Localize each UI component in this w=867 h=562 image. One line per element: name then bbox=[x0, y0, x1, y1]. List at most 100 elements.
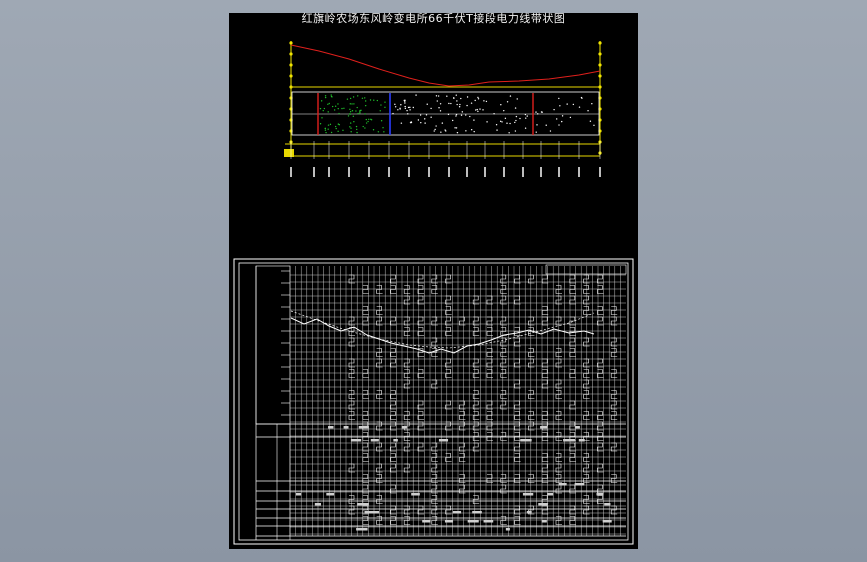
vegetation-dot bbox=[346, 98, 349, 100]
hatch-mark bbox=[541, 453, 549, 462]
field-dot bbox=[460, 97, 462, 100]
table-cell-mark bbox=[472, 511, 482, 514]
table-cell-mark bbox=[540, 426, 548, 429]
vegetation-dot bbox=[376, 99, 379, 102]
hatch-mark bbox=[431, 453, 438, 462]
vegetation-dot bbox=[351, 110, 354, 112]
hatch-mark bbox=[597, 495, 604, 504]
vegetation-dot bbox=[335, 127, 337, 130]
hatch-mark bbox=[486, 432, 493, 441]
field-dot bbox=[477, 96, 479, 99]
vegetation-dot bbox=[349, 126, 351, 128]
field-dot bbox=[430, 116, 432, 118]
field-dot bbox=[556, 118, 558, 120]
vegetation-dot bbox=[382, 126, 384, 129]
field-dot bbox=[473, 119, 475, 121]
hatch-mark bbox=[362, 411, 369, 420]
field-dot bbox=[569, 116, 572, 119]
vegetation-dot bbox=[355, 125, 358, 128]
field-dot bbox=[456, 103, 458, 106]
vegetation-dot bbox=[330, 131, 333, 134]
hatch-mark bbox=[610, 411, 618, 420]
field-dot bbox=[477, 110, 479, 113]
hatch-mark bbox=[500, 285, 507, 294]
field-dot bbox=[515, 115, 518, 118]
field-dot bbox=[397, 109, 399, 111]
vegetation-dot bbox=[330, 95, 333, 98]
field-dot bbox=[430, 107, 432, 110]
table-cell-mark bbox=[520, 439, 532, 442]
table-cell-mark bbox=[358, 426, 369, 429]
field-dot bbox=[587, 110, 589, 112]
field-dot bbox=[451, 119, 454, 122]
hatch-mark bbox=[528, 390, 535, 399]
table-cell-mark bbox=[574, 426, 580, 429]
field-dot bbox=[455, 127, 458, 129]
hatch-mark bbox=[431, 348, 438, 357]
field-dot bbox=[474, 99, 476, 102]
hatch-mark bbox=[472, 327, 480, 336]
hatch-mark bbox=[597, 306, 604, 315]
hatch-mark bbox=[445, 306, 452, 315]
corridor-strip bbox=[291, 91, 600, 136]
hatch-mark bbox=[362, 285, 369, 294]
field-dot bbox=[514, 130, 517, 132]
vegetation-dot bbox=[349, 122, 352, 124]
field-dot bbox=[553, 108, 555, 111]
vegetation-dot bbox=[329, 123, 332, 126]
hatch-mark bbox=[445, 369, 452, 378]
station-label-mark bbox=[290, 167, 292, 177]
field-dot bbox=[437, 95, 440, 97]
hatch-mark bbox=[541, 369, 549, 378]
field-dot bbox=[519, 117, 521, 120]
field-dot bbox=[506, 101, 509, 103]
station-label-mark bbox=[313, 167, 315, 177]
field-dot bbox=[404, 102, 406, 104]
station-label-mark bbox=[503, 167, 505, 177]
vegetation-dot bbox=[357, 112, 359, 115]
field-dot bbox=[415, 94, 417, 96]
hatch-mark bbox=[472, 390, 480, 399]
pole-marker bbox=[289, 52, 293, 56]
field-dot bbox=[458, 106, 461, 108]
field-dot bbox=[591, 102, 593, 105]
vegetation-dot bbox=[356, 128, 358, 131]
station-label-mark bbox=[428, 167, 430, 177]
field-dot bbox=[420, 121, 422, 124]
vegetation-dot bbox=[347, 115, 350, 117]
hatch-mark bbox=[403, 327, 411, 336]
field-dot bbox=[409, 109, 411, 111]
hatch-mark bbox=[362, 369, 369, 378]
hatch-mark bbox=[610, 390, 618, 399]
field-dot bbox=[509, 95, 512, 97]
field-dot bbox=[455, 115, 457, 117]
vegetation-dot bbox=[365, 122, 368, 124]
vegetation-dot bbox=[328, 102, 330, 105]
field-dot bbox=[441, 122, 444, 124]
field-dot bbox=[474, 109, 477, 111]
field-dot bbox=[450, 102, 452, 105]
vegetation-dot bbox=[367, 120, 369, 123]
field-dot bbox=[566, 103, 568, 105]
field-dot bbox=[455, 94, 457, 96]
field-dot bbox=[537, 113, 539, 115]
field-dot bbox=[448, 102, 450, 105]
vegetation-dot bbox=[342, 129, 344, 132]
vegetation-dot bbox=[380, 104, 382, 106]
vegetation-dot bbox=[320, 100, 323, 102]
field-dot bbox=[433, 130, 435, 132]
hatch-mark bbox=[348, 495, 355, 504]
field-dot bbox=[453, 97, 455, 99]
hatch-mark bbox=[528, 348, 535, 357]
vegetation-dot bbox=[337, 130, 339, 133]
vegetation-dot bbox=[338, 112, 340, 115]
field-dot bbox=[400, 104, 402, 106]
table-cell-mark bbox=[326, 493, 335, 496]
table-cell-mark bbox=[483, 520, 494, 523]
table-cell-mark bbox=[505, 528, 510, 531]
field-dot bbox=[483, 100, 485, 102]
table-cell-mark bbox=[314, 503, 321, 506]
field-dot bbox=[499, 120, 502, 123]
field-dot bbox=[410, 121, 412, 123]
table-cell-mark bbox=[422, 520, 431, 523]
